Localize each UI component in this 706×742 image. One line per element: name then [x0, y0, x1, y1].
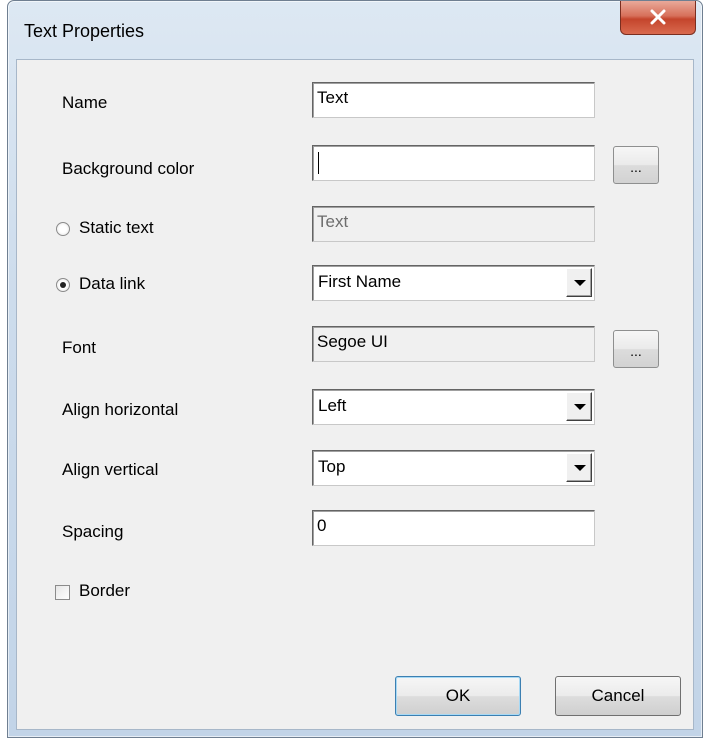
close-icon	[650, 9, 666, 25]
chevron-down-icon[interactable]	[566, 453, 592, 482]
background-color-browse-button[interactable]: ...	[613, 146, 659, 184]
dialog-window: Text Properties Name Text Background col…	[7, 0, 703, 738]
static-text-radio[interactable]	[56, 222, 70, 236]
font-input: Segoe UI	[312, 326, 595, 362]
chevron-down-icon[interactable]	[566, 392, 592, 421]
data-link-label: Data link	[79, 274, 146, 293]
align-horizontal-value: Left	[318, 396, 347, 415]
font-browse-button[interactable]: ...	[613, 330, 659, 368]
static-text-label: Static text	[79, 218, 154, 237]
static-text-input: Text	[312, 206, 595, 242]
spacing-label: Spacing	[62, 522, 124, 541]
name-label: Name	[62, 93, 108, 112]
align-vertical-label: Align vertical	[62, 460, 159, 479]
align-vertical-dropdown[interactable]: Top	[312, 450, 595, 486]
data-link-radio[interactable]	[56, 278, 70, 292]
spacing-input[interactable]: 0	[312, 510, 595, 546]
ok-button[interactable]: OK	[395, 676, 521, 716]
align-horizontal-dropdown[interactable]: Left	[312, 389, 595, 425]
text-caret	[318, 152, 319, 174]
align-vertical-value: Top	[318, 457, 346, 476]
title-bar[interactable]: Text Properties	[8, 1, 702, 59]
data-link-value: First Name	[318, 272, 402, 291]
font-label: Font	[62, 338, 97, 357]
window-title: Text Properties	[24, 21, 145, 41]
border-checkbox[interactable]	[55, 585, 70, 600]
align-horizontal-label: Align horizontal	[62, 400, 179, 419]
data-link-dropdown[interactable]: First Name	[312, 265, 595, 301]
dialog-content: Name Text Background color ... Static te…	[16, 59, 694, 730]
background-color-label: Background color	[62, 159, 195, 178]
chevron-down-icon[interactable]	[566, 268, 592, 297]
close-button[interactable]	[620, 1, 696, 35]
cancel-button[interactable]: Cancel	[555, 676, 681, 716]
border-label: Border	[79, 581, 131, 600]
background-color-input[interactable]	[312, 145, 595, 181]
name-input[interactable]: Text	[312, 82, 595, 118]
